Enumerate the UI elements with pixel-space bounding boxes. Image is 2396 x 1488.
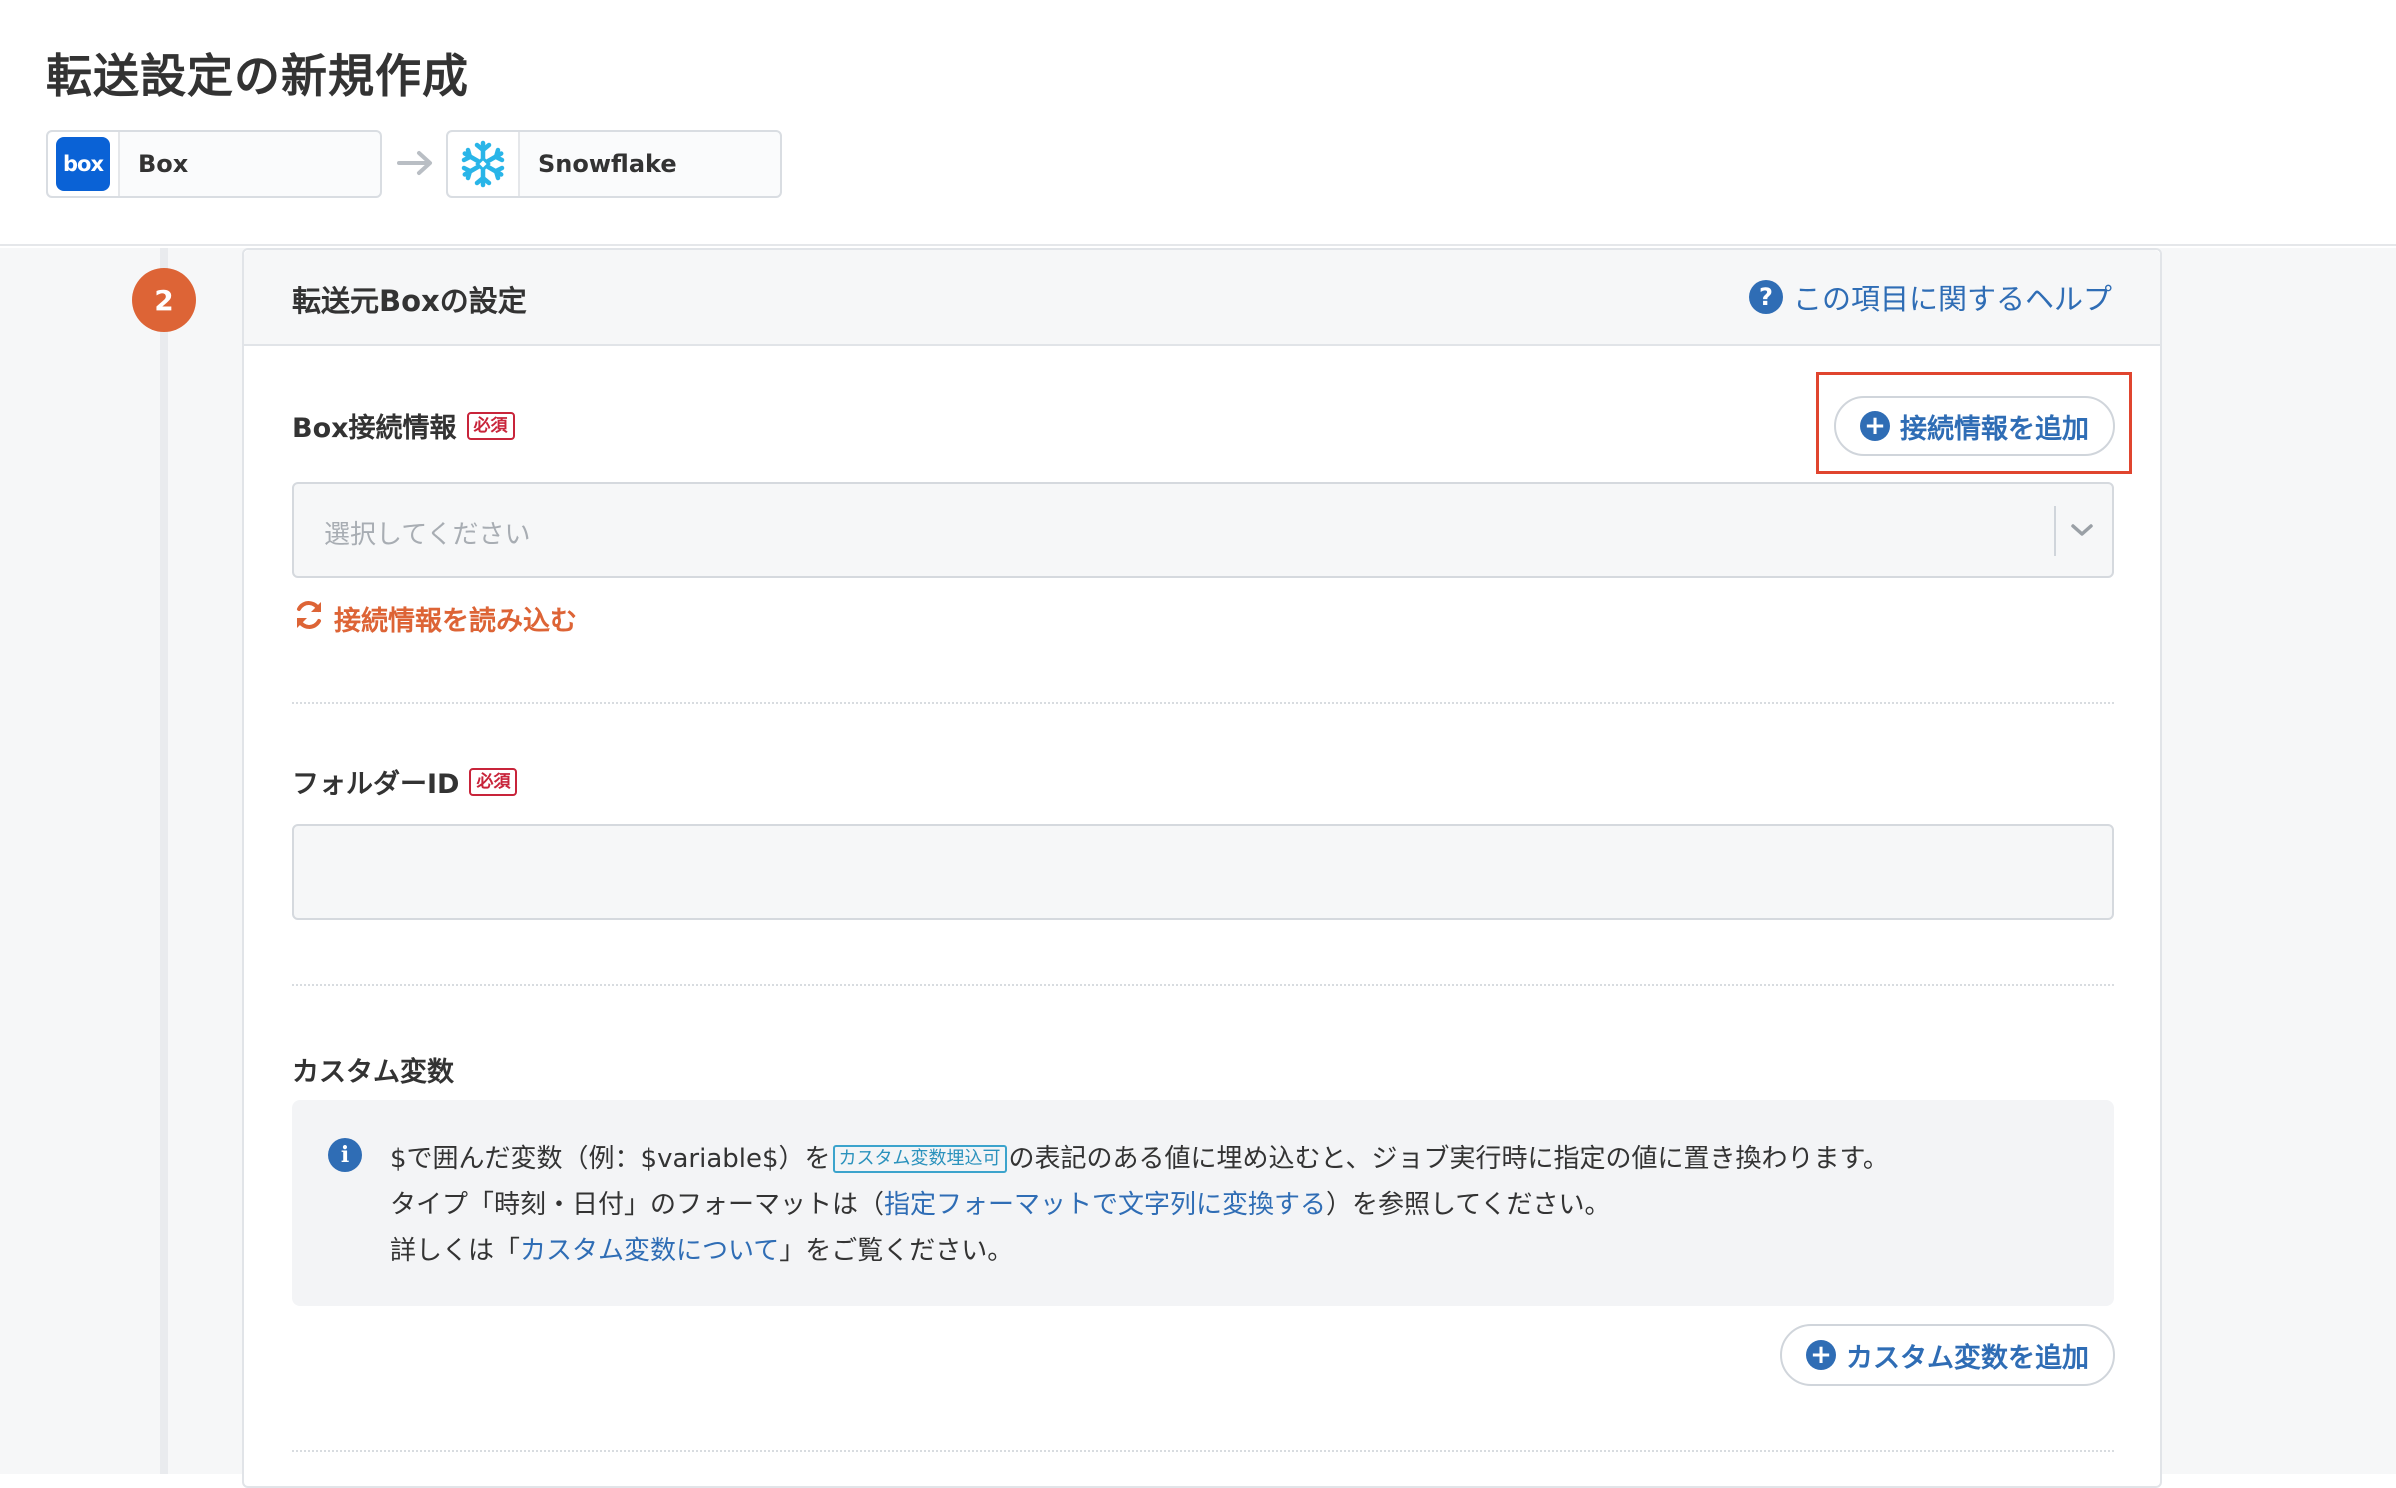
- folder-id-input[interactable]: [292, 824, 2114, 920]
- reload-connections-label: 接続情報を読み込む: [334, 606, 577, 637]
- section-divider: [292, 702, 2114, 704]
- custom-vars-label: カスタム変数: [292, 1050, 454, 1089]
- snowflake-logo-icon: [448, 132, 520, 196]
- add-connection-label: 接続情報を追加: [1900, 413, 2089, 445]
- required-badge: 必須: [469, 767, 518, 796]
- step-number-badge: 2: [132, 268, 196, 332]
- box-logo: box: [56, 137, 110, 191]
- connection-select-placeholder: 選択してください: [324, 520, 531, 550]
- section-divider: [292, 1450, 2114, 1452]
- help-link-label: この項目に関するヘルプ: [1792, 282, 2112, 316]
- add-connection-button[interactable]: + 接続情報を追加: [1834, 396, 2115, 456]
- info-line: 詳しくは「 カスタム変数について 」をご覧ください。: [390, 1228, 1889, 1274]
- custom-vars-info-box: i $で囲んだ変数（例：$variable$）を カスタム変数埋込可 の表記のあ…: [292, 1100, 2114, 1306]
- step-timeline: [160, 248, 168, 1474]
- page-header: 転送設定の新規作成 box Box Snowflake: [0, 0, 2396, 246]
- folder-label-text: フォルダーID: [292, 769, 460, 800]
- info-line: $で囲んだ変数（例：$variable$）を カスタム変数埋込可 の表記のある値…: [390, 1136, 1889, 1182]
- info-text-segment: 詳しくは「: [390, 1236, 521, 1266]
- plus-circle-icon: +: [1860, 411, 1890, 441]
- info-line: タイプ「時刻・日付」のフォーマットは（ 指定フォーマットで文字列に変換する ）を…: [390, 1182, 1889, 1228]
- source-settings-card: 転送元Boxの設定 ? この項目に関するヘルプ Box接続情報 必須 + 接続情…: [242, 248, 2162, 1488]
- arrow-right-icon: [392, 140, 438, 186]
- box-logo-wrap: box: [48, 132, 120, 196]
- card-title: 転送元Boxの設定: [292, 284, 527, 318]
- info-text-segment: ）を参照してください。: [1326, 1190, 1611, 1220]
- chevron-down-icon[interactable]: [2066, 514, 2098, 546]
- source-connector: box Box: [46, 130, 382, 198]
- info-text-segment: $で囲んだ変数（例：$variable$）を: [390, 1144, 831, 1174]
- custom-vars-doc-link[interactable]: カスタム変数について: [520, 1228, 779, 1274]
- add-custom-var-label: カスタム変数を追加: [1846, 1342, 2089, 1374]
- select-divider: [2054, 506, 2056, 556]
- info-text-segment: の表記のある値に埋め込むと、ジョブ実行時に指定の値に置き換わります。: [1008, 1144, 1889, 1174]
- folder-field-label: フォルダーID 必須: [292, 762, 518, 801]
- custom-vars-label-text: カスタム変数: [292, 1057, 454, 1088]
- destination-name: Snowflake: [538, 150, 677, 178]
- plus-circle-icon: +: [1806, 1340, 1836, 1370]
- info-text-segment: 」をご覧ください。: [779, 1236, 1014, 1266]
- format-doc-link[interactable]: 指定フォーマットで文字列に変換する: [884, 1182, 1326, 1228]
- required-badge: 必須: [466, 411, 515, 440]
- section-divider: [292, 984, 2114, 986]
- reload-connections-link[interactable]: 接続情報を読み込む: [292, 598, 577, 639]
- connection-field-label: Box接続情報 必須: [292, 406, 515, 445]
- custom-var-tag: カスタム変数埋込可: [832, 1145, 1007, 1173]
- question-circle-icon: ?: [1748, 280, 1783, 314]
- info-text: $で囲んだ変数（例：$variable$）を カスタム変数埋込可 の表記のある値…: [390, 1136, 1889, 1274]
- help-link[interactable]: ? この項目に関するヘルプ: [1748, 276, 2112, 318]
- source-name: Box: [138, 150, 189, 178]
- info-text-segment: タイプ「時刻・日付」のフォーマットは（: [390, 1190, 885, 1220]
- add-custom-var-button[interactable]: + カスタム変数を追加: [1780, 1324, 2115, 1386]
- page-body: 2 転送元Boxの設定 ? この項目に関するヘルプ Box接続情報 必須 + 接…: [0, 248, 2396, 1488]
- connection-select[interactable]: 選択してください: [292, 482, 2114, 578]
- refresh-icon: [292, 598, 326, 639]
- connection-label-text: Box接続情報: [292, 413, 457, 444]
- destination-connector: Snowflake: [446, 130, 782, 198]
- info-circle-icon: i: [328, 1138, 362, 1172]
- page-title: 転送設定の新規作成: [46, 49, 469, 103]
- card-header: 転送元Boxの設定 ? この項目に関するヘルプ: [244, 250, 2160, 346]
